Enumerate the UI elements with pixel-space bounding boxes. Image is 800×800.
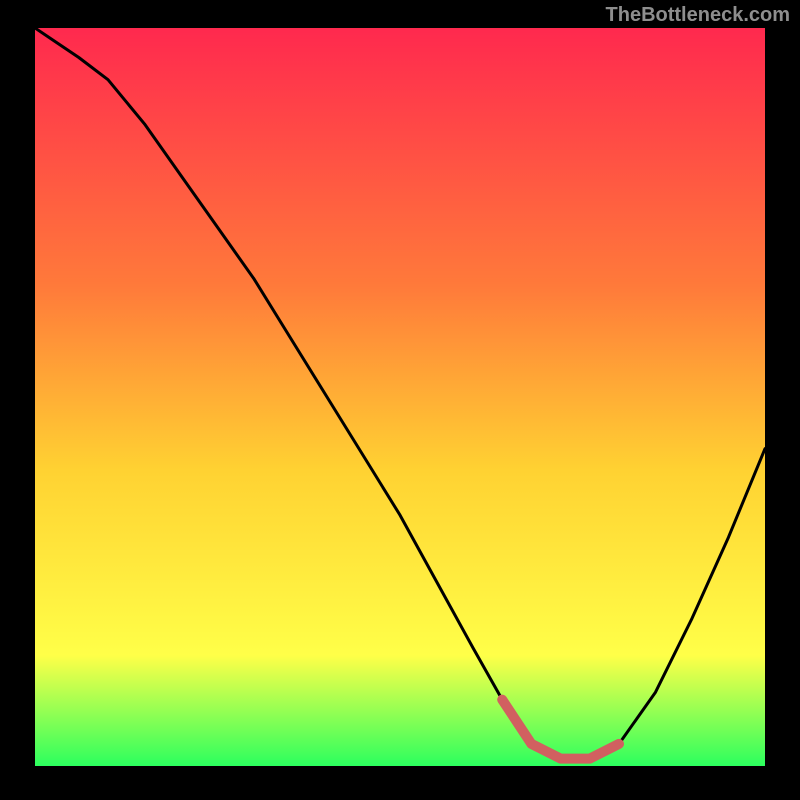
gradient-background	[35, 28, 765, 766]
chart-svg	[35, 28, 765, 766]
chart-plot-area	[35, 28, 765, 766]
watermark-text: TheBottleneck.com	[606, 4, 790, 27]
chart-container: TheBottleneck.com	[0, 0, 800, 800]
